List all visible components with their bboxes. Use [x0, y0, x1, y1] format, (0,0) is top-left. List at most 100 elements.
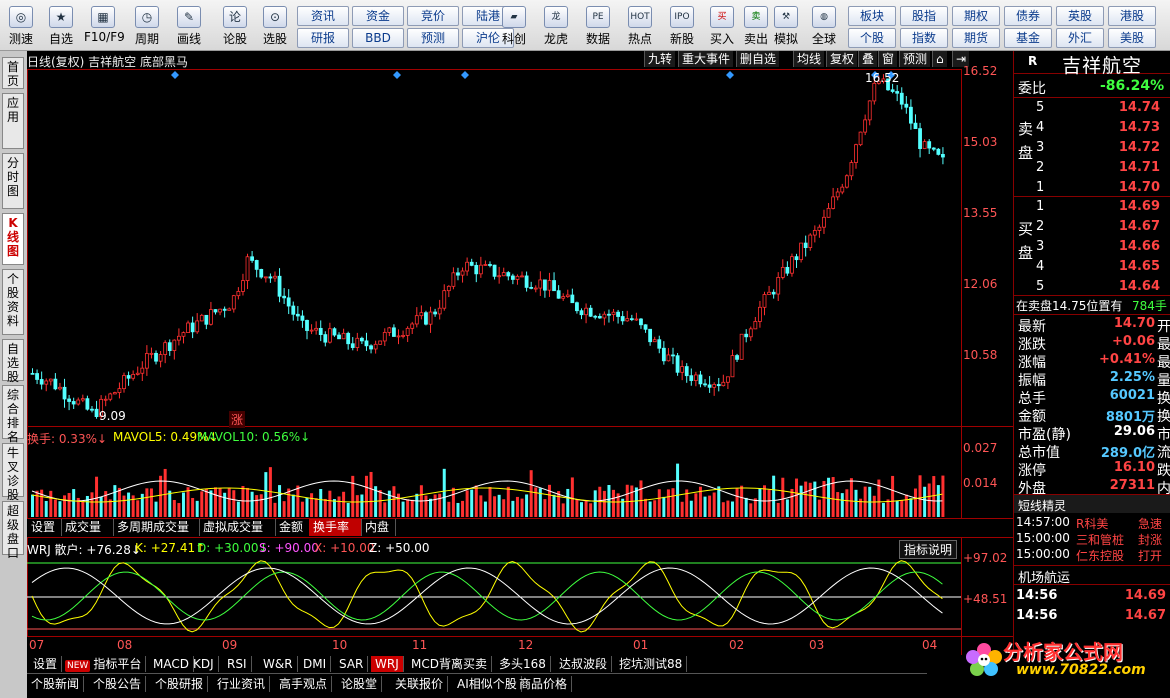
left-nav-item[interactable]: K线图: [2, 213, 24, 265]
toolbar-market-pill[interactable]: 外汇: [1056, 28, 1104, 48]
indicator-tab[interactable]: MCD背离买卖: [407, 656, 492, 672]
toolbar-market-pill[interactable]: 港股: [1108, 6, 1156, 26]
left-nav-item[interactable]: 自选股: [2, 339, 24, 384]
buy-level[interactable]: 1 14.69: [1014, 199, 1164, 218]
candle-body: [419, 312, 424, 317]
left-nav-item[interactable]: 综合排名: [2, 385, 24, 444]
volume-tab[interactable]: 多周期成交量: [113, 519, 200, 536]
turnover-bar: [465, 490, 469, 517]
turnover-bar: [534, 487, 538, 517]
left-nav-item[interactable]: 分时图: [2, 153, 24, 209]
indicator-tab-label: MACD: [153, 657, 189, 671]
indicator-tab[interactable]: 多头168: [495, 656, 551, 672]
toolbar-market-pill[interactable]: 板块: [848, 6, 896, 26]
indicator-tab[interactable]: W&R: [259, 656, 298, 672]
buy-level[interactable]: 2 14.67: [1014, 219, 1164, 238]
month-tick: 04: [922, 638, 938, 652]
candle-body: [282, 295, 287, 299]
toolbar-market-pill[interactable]: 美股: [1108, 28, 1156, 48]
indicator-tab[interactable]: RSI: [223, 656, 252, 672]
info-tab[interactable]: 行业资讯: [213, 676, 271, 692]
info-tab[interactable]: 关联报价: [391, 676, 449, 692]
main-toolbar: ◎ 测速 ★ 自选 ▦ F10/F9 ◷ 周期 ✎ 画线论论股 ⊙ 选股 资讯 资金 竞价 陆港 研报 BBD 预测…: [0, 0, 1170, 51]
candle-body: [735, 355, 739, 360]
volume-tab[interactable]: 虚拟成交量: [199, 519, 276, 536]
info-tab[interactable]: 个股新闻: [27, 676, 85, 692]
indicator-tab[interactable]: 设置: [29, 656, 63, 672]
toolbar-market-pill[interactable]: 债券: [1004, 6, 1052, 26]
toolbar-chart-button[interactable]: ▰ 科创: [496, 4, 532, 48]
toolbar-f10-button[interactable]: ▦ F10/F9: [84, 4, 125, 48]
candle-body: [410, 323, 415, 329]
volume-tab[interactable]: 金额: [275, 519, 310, 536]
short-line-item[interactable]: 15:00:00 仁东控股 打开: [1014, 547, 1170, 566]
indicator-tab[interactable]: WRJ: [371, 656, 404, 672]
left-nav-item[interactable]: 个股资料: [2, 269, 24, 335]
buy-level[interactable]: 4 14.65: [1014, 259, 1164, 278]
indicator-help-button[interactable]: 指标说明: [899, 540, 958, 559]
toolbar-pill[interactable]: 资讯: [297, 6, 349, 26]
toolbar-pill[interactable]: 资金: [352, 6, 404, 26]
toolbar-pill[interactable]: 预测: [407, 28, 459, 48]
toolbar-market-pill[interactable]: 期权: [952, 6, 1000, 26]
short-line-time: 15:00:00: [1016, 547, 1070, 561]
volume-tab[interactable]: 换手率: [309, 519, 362, 536]
left-nav-item[interactable]: 应用: [2, 93, 24, 149]
toolbar-clock-button[interactable]: ◷ 周期: [128, 4, 166, 48]
toolbar-select-stock-button[interactable]: ⊙ 选股: [256, 4, 294, 48]
indicator-tab[interactable]: SAR: [335, 656, 369, 672]
toolbar-hot-button[interactable]: HOT 热点: [622, 4, 658, 48]
indicator-tab[interactable]: 挖坑测试88: [615, 656, 688, 672]
info-tab[interactable]: 商品价格: [515, 676, 573, 692]
kline-chart-area[interactable]: 日线(复权) 吉祥航空 底部黑马 九转 重大事件 删自选 均线 复权叠窗预测 ⌂ ⇥ 16.…: [27, 51, 1013, 655]
turnover-bar: [296, 485, 300, 517]
volume-tab[interactable]: 设置: [27, 519, 62, 536]
indicator-tab[interactable]: MACD: [149, 656, 194, 672]
indicator-tab[interactable]: NEW 指标平台: [61, 656, 147, 672]
volume-tab[interactable]: 内盘: [361, 519, 396, 536]
toolbar-market-pill[interactable]: 股指: [900, 6, 948, 26]
toolbar-speed-button[interactable]: ◎ 测速: [2, 4, 40, 48]
left-nav-item[interactable]: 牛叉诊股: [2, 443, 24, 502]
buy-level[interactable]: 3 14.66: [1014, 239, 1164, 258]
toolbar-market-pill[interactable]: 指数: [900, 28, 948, 48]
candle-body: [831, 196, 836, 209]
toolbar-dragon-button[interactable]: 龙龙虎: [538, 4, 574, 48]
info-tab[interactable]: 高手观点: [275, 676, 333, 692]
sell-level[interactable]: 5 14.74: [1014, 100, 1164, 119]
sell-level[interactable]: 3 14.72: [1014, 140, 1164, 159]
toolbar-market-pill[interactable]: 期货: [952, 28, 1000, 48]
turnover-bar: [255, 495, 259, 517]
toolbar-star-button[interactable]: ★ 自选: [42, 4, 80, 48]
toolbar-ipo-button[interactable]: IPO 新股: [664, 4, 700, 48]
left-nav-item[interactable]: 首页: [2, 57, 24, 89]
sell-level[interactable]: 2 14.71: [1014, 160, 1164, 179]
toolbar-hammer-button[interactable]: ⚒ 模拟: [768, 4, 804, 48]
toolbar-pill[interactable]: 研报: [297, 28, 349, 48]
toolbar-comment-button[interactable]: 论论股: [216, 4, 254, 48]
toolbar-market-pill[interactable]: 基金: [1004, 28, 1052, 48]
info-tab[interactable]: 个股公告: [89, 676, 147, 692]
info-tab[interactable]: 个股研报: [151, 676, 209, 692]
left-nav-item[interactable]: 超级盘口: [2, 501, 24, 560]
sell-level[interactable]: 4 14.73: [1014, 120, 1164, 139]
toolbar-pe-button[interactable]: PE 数据: [580, 4, 616, 48]
toolbar-pill[interactable]: 竞价: [407, 6, 459, 26]
volume-tab[interactable]: 成交量: [61, 519, 114, 536]
chart-canvas[interactable]: [27, 51, 1013, 655]
turnover-bar: [845, 489, 849, 517]
candle-body: [730, 355, 735, 378]
info-tab[interactable]: AI相似个股: [453, 676, 522, 692]
toolbar-globe-button[interactable]: ◍ 全球: [806, 4, 842, 48]
toolbar-pencil-button[interactable]: ✎ 画线: [170, 4, 208, 48]
info-tab[interactable]: 论股堂: [337, 676, 383, 692]
candle-body: [657, 339, 662, 349]
indicator-tab[interactable]: KDJ: [189, 656, 219, 672]
indicator-tab[interactable]: 达叔波段: [555, 656, 613, 672]
toolbar-market-pill[interactable]: 英股: [1056, 6, 1104, 26]
toolbar-market-pill[interactable]: 个股: [848, 28, 896, 48]
indicator-tab[interactable]: DMI: [299, 656, 332, 672]
toolbar-pill[interactable]: BBD: [352, 28, 404, 48]
month-tick: 02: [729, 638, 745, 652]
toolbar-buy-button[interactable]: 买买入: [704, 4, 740, 48]
